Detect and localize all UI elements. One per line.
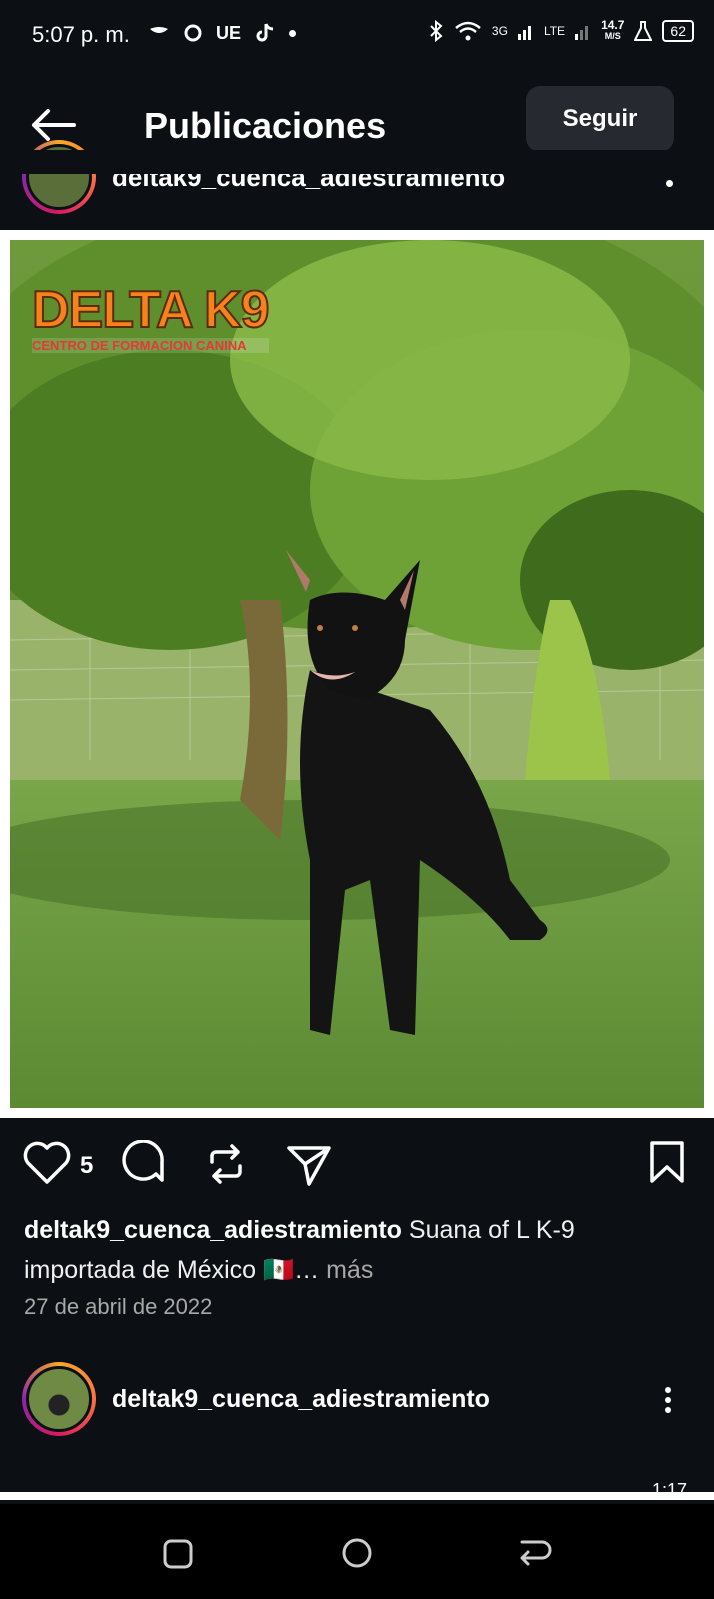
- speed-value: 14.7: [601, 18, 625, 32]
- caption-username[interactable]: deltak9_cuenca_adiestramiento: [24, 1216, 402, 1244]
- tiktok-icon: [256, 23, 274, 42]
- next-post-avatar-image: [26, 1366, 92, 1432]
- next-post-username[interactable]: deltak9_cuenca_adiestramiento: [112, 1385, 490, 1414]
- next-post-avatar[interactable]: [22, 1362, 96, 1436]
- next-post-image[interactable]: [0, 1492, 714, 1500]
- bluetooth-icon: [430, 20, 443, 42]
- send-icon: [287, 1146, 331, 1186]
- like-count[interactable]: 5: [80, 1152, 93, 1180]
- kebab-dot-icon: [665, 1397, 671, 1403]
- page-title: Publicaciones: [144, 105, 387, 146]
- dog-photo: [10, 240, 704, 1108]
- comment-button[interactable]: [120, 1139, 168, 1193]
- post-image[interactable]: DELTA K9 CENTRO DE FORMACION CANINA: [10, 240, 704, 1108]
- share-button[interactable]: [286, 1142, 332, 1193]
- caption-more-link[interactable]: más: [326, 1256, 373, 1284]
- previous-post-menu-icon[interactable]: [666, 180, 673, 187]
- status-system-icons: 3G LTE 14.7 M/S 62: [428, 18, 694, 42]
- flask-icon: [634, 21, 653, 41]
- video-duration: 1:17: [652, 1480, 688, 1500]
- kebab-dot-icon: [665, 1407, 671, 1413]
- brand-logo-subtitle: CENTRO DE FORMACION CANINA: [32, 338, 269, 353]
- speed-readout: 14.7 M/S: [601, 18, 625, 42]
- recents-icon: [163, 1539, 193, 1569]
- carrier-label: UE: [216, 22, 242, 43]
- brand-logo: DELTA K9 CENTRO DE FORMACION CANINA: [31, 280, 271, 353]
- messaging-icon: [150, 27, 168, 33]
- post-caption: deltak9_cuenca_adiestramiento Suana of L…: [24, 1210, 684, 1290]
- back-nav-button[interactable]: [518, 1538, 552, 1575]
- follow-button[interactable]: Seguir: [526, 86, 674, 152]
- save-button[interactable]: [648, 1140, 686, 1189]
- post-date: 27 de abril de 2022: [24, 1294, 213, 1319]
- more-options-button[interactable]: [656, 1384, 680, 1418]
- status-time: 5:07 p. m.: [32, 22, 130, 47]
- previous-post-mask-bottom: [0, 220, 714, 230]
- network-lte-label: LTE: [543, 24, 566, 38]
- signal-weak-icon: [575, 26, 589, 40]
- battery-indicator: 62: [662, 20, 694, 42]
- status-notification-icons: UE: [148, 22, 297, 44]
- bookmark-icon: [650, 1141, 684, 1183]
- recents-button[interactable]: [162, 1538, 194, 1575]
- home-button[interactable]: [340, 1536, 374, 1575]
- comment-icon: [122, 1139, 164, 1182]
- sync-icon: [184, 24, 202, 42]
- heart-icon: [23, 1141, 71, 1184]
- speed-unit: M/S: [604, 31, 621, 41]
- like-button[interactable]: [22, 1140, 72, 1191]
- back-button[interactable]: [28, 105, 78, 145]
- signal-icon: [517, 26, 531, 40]
- wifi-icon: [455, 21, 481, 41]
- back-arrow-icon: [32, 109, 76, 141]
- repost-icon: [210, 1144, 242, 1184]
- repost-button[interactable]: [204, 1142, 248, 1191]
- previous-post-mask: [0, 150, 714, 174]
- home-icon: [342, 1538, 372, 1568]
- kebab-dot-icon: [665, 1387, 671, 1393]
- brand-logo-text: DELTA K9: [31, 280, 271, 340]
- network-3g-label: 3G: [491, 24, 508, 38]
- notification-dot-icon: [289, 29, 297, 37]
- back-nav-icon: [520, 1540, 552, 1566]
